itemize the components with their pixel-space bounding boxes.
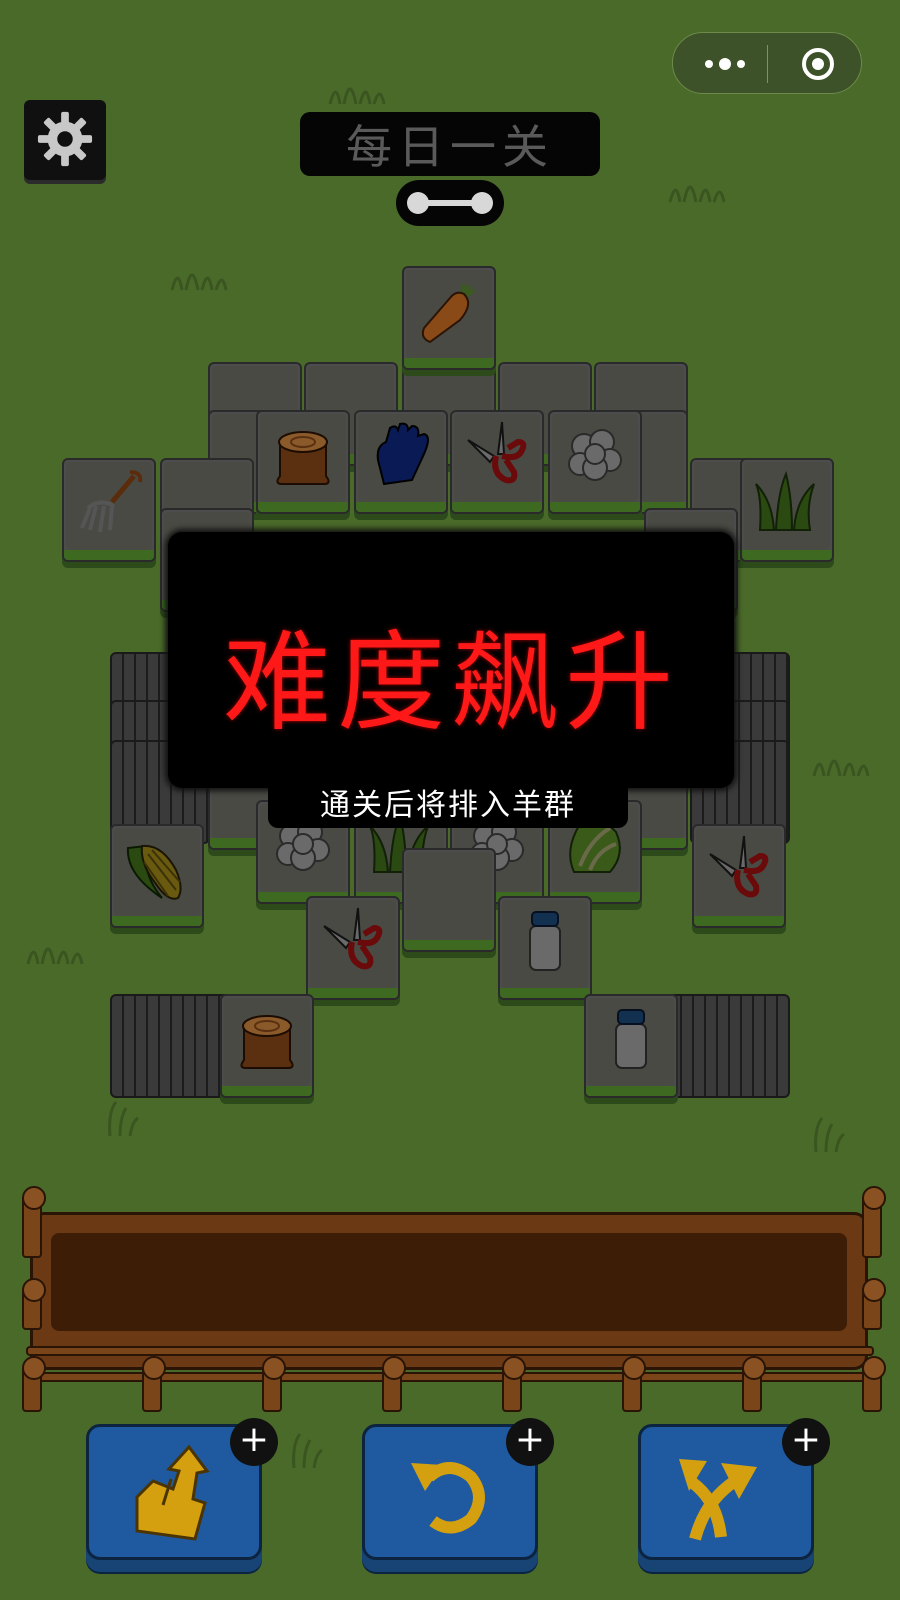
shears-icon: [467, 421, 527, 484]
mini-program-capsule: [672, 32, 862, 94]
tray-slots: [51, 1233, 847, 1331]
undo-add-button[interactable]: +: [506, 1418, 554, 1466]
tile-grass[interactable]: [740, 458, 834, 562]
fence-post: [142, 1356, 166, 1412]
tile-corn[interactable]: [110, 824, 204, 928]
tile-glove[interactable]: [354, 410, 448, 514]
popup-title: 难度飙升: [222, 621, 679, 746]
fence-post: [862, 1186, 886, 1258]
grass-decoration: [292, 1433, 323, 1469]
fence-post: [22, 1278, 46, 1330]
fence-post: [502, 1356, 526, 1412]
grass-decoration: [668, 185, 726, 203]
corn-icon: [126, 844, 182, 900]
fence-post: [742, 1356, 766, 1412]
grass-decoration: [170, 273, 228, 291]
level-progress: [396, 180, 504, 226]
shuffle-icon: [679, 1459, 757, 1541]
garden-fork-icon: [80, 470, 143, 533]
tile-shears[interactable]: [692, 824, 786, 928]
popup-subtitle: 通关后将排入羊群: [268, 776, 628, 828]
stump-icon: [240, 1015, 294, 1069]
grass-decoration: [814, 1117, 845, 1153]
grass-bunch-icon: [755, 470, 815, 531]
shuffle-add-button[interactable]: +: [782, 1418, 830, 1466]
level-title: 每日一关: [300, 112, 600, 176]
shears-icon: [709, 835, 769, 898]
tile-milk-can[interactable]: [584, 994, 678, 1098]
capsule-divider: [767, 45, 768, 83]
grass-decoration: [108, 1101, 139, 1137]
fence-post: [862, 1278, 886, 1330]
tile-milk-can[interactable]: [498, 896, 592, 1000]
difficulty-popup: 难度飙升: [168, 532, 734, 788]
fence-post: [262, 1356, 286, 1412]
fence-post: [22, 1186, 46, 1258]
undo-icon: [411, 1462, 485, 1534]
move-out-icon: [135, 1444, 210, 1541]
grass-decoration: [26, 947, 84, 965]
glove-icon: [376, 422, 429, 486]
cauliflower-icon: [568, 429, 622, 481]
tile: [402, 848, 496, 952]
tile-shears[interactable]: [450, 410, 544, 514]
settings-button[interactable]: [24, 100, 106, 180]
move-out-add-button[interactable]: +: [230, 1418, 278, 1466]
stump-icon: [276, 431, 330, 485]
fence-post: [382, 1356, 406, 1412]
fence-post: [22, 1356, 46, 1412]
fence-post: [862, 1356, 886, 1412]
grass-decoration: [328, 87, 386, 105]
tile-stump[interactable]: [220, 994, 314, 1098]
milk-can-icon: [615, 1009, 647, 1069]
tile-shears[interactable]: [306, 896, 400, 1000]
more-dots-icon[interactable]: [701, 49, 749, 79]
tile-stump[interactable]: [256, 410, 350, 514]
gear-icon: [37, 111, 93, 167]
shears-icon: [323, 907, 383, 970]
tile-carrot[interactable]: [402, 266, 496, 370]
tile-fork[interactable]: [62, 458, 156, 562]
target-circle-icon[interactable]: [801, 47, 835, 81]
grass-decoration: [812, 759, 870, 777]
tile-cauliflower[interactable]: [548, 410, 642, 514]
level-progress-icon: [407, 192, 493, 214]
fence-post: [622, 1356, 646, 1412]
carrot-icon: [421, 283, 476, 344]
milk-can-icon: [529, 911, 561, 971]
fence-rail: [26, 1346, 874, 1356]
